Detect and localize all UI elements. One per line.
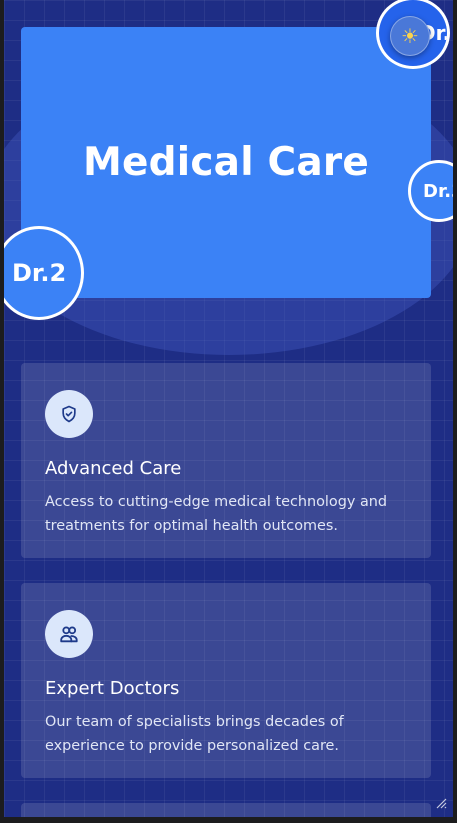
theme-toggle-button[interactable]: ☀	[390, 16, 430, 56]
feature-description: Our team of specialists brings decades o…	[45, 714, 344, 754]
feature-title: Expert Doctors	[45, 678, 180, 699]
feature-card-advanced-care: Advanced Care Access to cutting-edge med…	[21, 363, 431, 558]
feature-card-partial	[21, 803, 431, 817]
sun-icon: ☀	[401, 24, 419, 48]
feature-title: Advanced Care	[45, 458, 182, 479]
resize-handle-icon[interactable]	[435, 797, 447, 809]
doctor-badge-3-label: Dr.3	[423, 180, 453, 202]
app-viewport: Medical Care Dr.1 ☀ Dr.3 Dr.2 Advanced C…	[4, 0, 453, 817]
hero-title: Medical Care	[83, 140, 369, 185]
feature-card-expert-doctors: Expert Doctors Our team of specialists b…	[21, 583, 431, 778]
hero-card: Medical Care	[21, 27, 431, 298]
users-icon	[60, 626, 78, 643]
doctor-badge-2-label: Dr.2	[12, 259, 67, 287]
feature-description: Access to cutting-edge medical technolog…	[45, 494, 388, 534]
shield-check-icon	[62, 405, 76, 423]
feature-icon-circle	[45, 610, 93, 658]
feature-icon-circle	[45, 390, 93, 438]
